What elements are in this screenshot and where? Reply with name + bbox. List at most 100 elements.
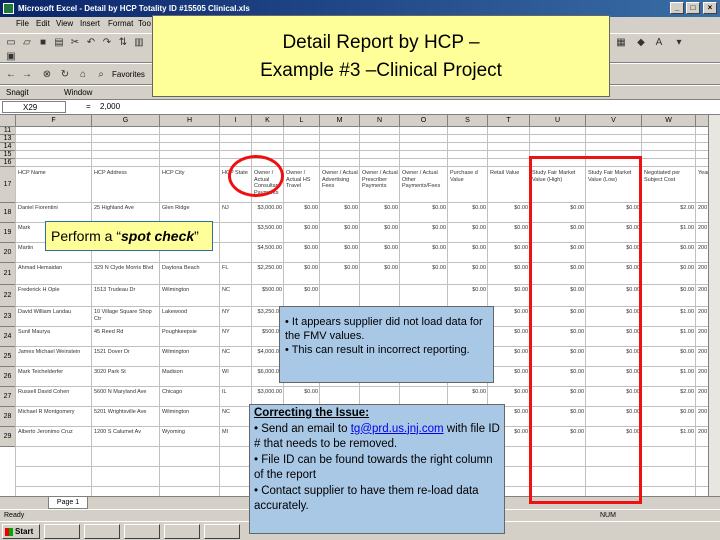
table-cell[interactable]: $2,250.00 <box>252 264 284 282</box>
table-cell[interactable]: 200 <box>696 204 708 222</box>
table-cell[interactable]: $0.00 <box>642 286 696 304</box>
row-header[interactable]: 16 <box>0 159 16 167</box>
table-cell[interactable] <box>220 244 252 262</box>
table-cell[interactable]: $0.00 <box>360 204 400 222</box>
row-header[interactable]: 17 <box>0 167 16 203</box>
column-header-u[interactable]: U <box>530 115 586 127</box>
column-header-h[interactable]: H <box>160 115 220 127</box>
table-cell[interactable]: 1521 Dover Dr <box>92 348 160 366</box>
support-email-link[interactable]: tg@prd.us.jnj.com <box>351 423 444 435</box>
table-cell[interactable]: $0.00 <box>400 204 448 222</box>
redo-icon[interactable]: ↷ <box>100 36 114 49</box>
table-cell[interactable]: Madison <box>160 368 220 386</box>
table-cell[interactable]: $0.00 <box>400 244 448 262</box>
table-cell[interactable]: $0.00 <box>360 224 400 242</box>
table-cell[interactable]: Russell David Cohen <box>16 388 92 406</box>
favorites-menu[interactable]: Favorites <box>112 70 145 79</box>
table-cell[interactable]: MI <box>220 428 252 446</box>
table-cell[interactable]: David William Landau <box>16 308 92 326</box>
table-cell[interactable]: $0.00 <box>400 224 448 242</box>
table-cell[interactable]: $0.00 <box>448 204 488 222</box>
table-cell[interactable]: James Michael Weinstein <box>16 348 92 366</box>
table-cell[interactable]: $500.00 <box>252 286 284 304</box>
row-header[interactable]: 14 <box>0 143 16 151</box>
taskbar-item[interactable] <box>204 524 240 539</box>
column-header-l[interactable]: L <box>284 115 320 127</box>
sheet-tab-page-1[interactable]: Page 1 <box>48 497 88 509</box>
back-icon[interactable]: ← <box>4 68 18 81</box>
table-cell[interactable]: Poughkeepsie <box>160 328 220 346</box>
header-cell-n[interactable]: Owner / Actual Prescriber Payments <box>360 169 400 201</box>
table-cell[interactable]: $0.00 <box>488 308 530 326</box>
menu-format[interactable]: Format <box>108 19 133 28</box>
minimize-button[interactable]: _ <box>670 2 684 14</box>
header-cell-o[interactable]: Owner / Actual Other Payments/Fees <box>400 169 448 201</box>
menu-file[interactable]: File <box>16 19 29 28</box>
table-cell[interactable]: $0.00 <box>320 224 360 242</box>
table-cell[interactable]: $0.00 <box>488 286 530 304</box>
column-header-g[interactable]: G <box>92 115 160 127</box>
table-cell[interactable]: $0.00 <box>284 224 320 242</box>
table-cell[interactable]: $0.00 <box>360 264 400 282</box>
column-header-w[interactable]: W <box>642 115 696 127</box>
borders-icon[interactable]: ▦ <box>614 36 628 49</box>
row-header[interactable]: 28 <box>0 407 16 427</box>
undo-icon[interactable]: ↶ <box>84 36 98 49</box>
row-header[interactable]: 13 <box>0 135 16 143</box>
table-cell[interactable]: Ahmad Hemaidan <box>16 264 92 282</box>
snagit-label[interactable]: Snagit <box>6 88 29 97</box>
taskbar-item[interactable] <box>124 524 160 539</box>
header-cell-m[interactable]: Owner / Actual Advertising Fees <box>320 169 360 201</box>
table-cell[interactable] <box>220 224 252 242</box>
table-cell[interactable]: Chicago <box>160 388 220 406</box>
column-header-i[interactable]: I <box>220 115 252 127</box>
table-cell[interactable]: $0.00 <box>448 244 488 262</box>
row-header[interactable]: 20 <box>0 243 16 263</box>
table-cell[interactable] <box>320 286 360 304</box>
menu-insert[interactable]: Insert <box>80 19 100 28</box>
table-cell[interactable]: 5600 N Maryland Ave <box>92 388 160 406</box>
row-header[interactable]: 18 <box>0 203 16 223</box>
table-cell[interactable]: $0.00 <box>360 244 400 262</box>
table-cell[interactable]: Daytona Beach <box>160 264 220 282</box>
table-cell[interactable]: 200 <box>696 308 708 326</box>
taskbar-item[interactable] <box>44 524 80 539</box>
taskbar-item[interactable] <box>164 524 200 539</box>
table-cell[interactable]: $1.00 <box>642 308 696 326</box>
row-header[interactable]: 19 <box>0 223 16 243</box>
header-cell-s[interactable]: Purchase d Value <box>448 169 488 201</box>
menu-view[interactable]: View <box>56 19 73 28</box>
table-cell[interactable]: 200 <box>696 286 708 304</box>
table-cell[interactable]: NC <box>220 286 252 304</box>
fill-color-icon[interactable]: ◆ <box>634 36 648 49</box>
print-icon[interactable]: ▤ <box>52 36 66 49</box>
table-cell[interactable]: $1.00 <box>642 428 696 446</box>
table-cell[interactable]: IL <box>220 388 252 406</box>
row-header[interactable]: 23 <box>0 307 16 327</box>
column-header-f[interactable]: F <box>16 115 92 127</box>
table-cell[interactable]: $0.00 <box>448 286 488 304</box>
save-icon[interactable]: ■ <box>36 36 50 49</box>
column-header-n[interactable]: N <box>360 115 400 127</box>
table-cell[interactable]: 200 <box>696 428 708 446</box>
table-cell[interactable]: $0.00 <box>284 286 320 304</box>
cut-icon[interactable]: ✂ <box>68 36 82 49</box>
header-cell-hcp-address[interactable]: HCP Address <box>92 169 160 201</box>
search-web-icon[interactable]: ⌕ <box>94 68 108 81</box>
table-cell[interactable]: 200 <box>696 244 708 262</box>
name-box[interactable]: X29 <box>2 101 66 113</box>
table-cell[interactable]: Alberto Jeronimo Cruz <box>16 428 92 446</box>
table-cell[interactable]: $0.00 <box>642 408 696 426</box>
header-cell-x[interactable]: Year <box>696 169 708 201</box>
header-cell-w[interactable]: Negotiated per Subject Cost <box>642 169 696 201</box>
column-header-t[interactable]: T <box>488 115 530 127</box>
row-header[interactable]: 24 <box>0 327 16 347</box>
table-cell[interactable]: $0.00 <box>400 264 448 282</box>
table-cell[interactable]: $2.00 <box>642 204 696 222</box>
header-cell-t[interactable]: Retail Value <box>488 169 530 201</box>
table-cell[interactable]: 10 Village Square Shop Ctr <box>92 308 160 326</box>
vertical-scrollbar[interactable] <box>708 115 720 496</box>
table-cell[interactable]: Sunil Maurya <box>16 328 92 346</box>
row-header[interactable]: 15 <box>0 151 16 159</box>
table-cell[interactable]: NY <box>220 328 252 346</box>
